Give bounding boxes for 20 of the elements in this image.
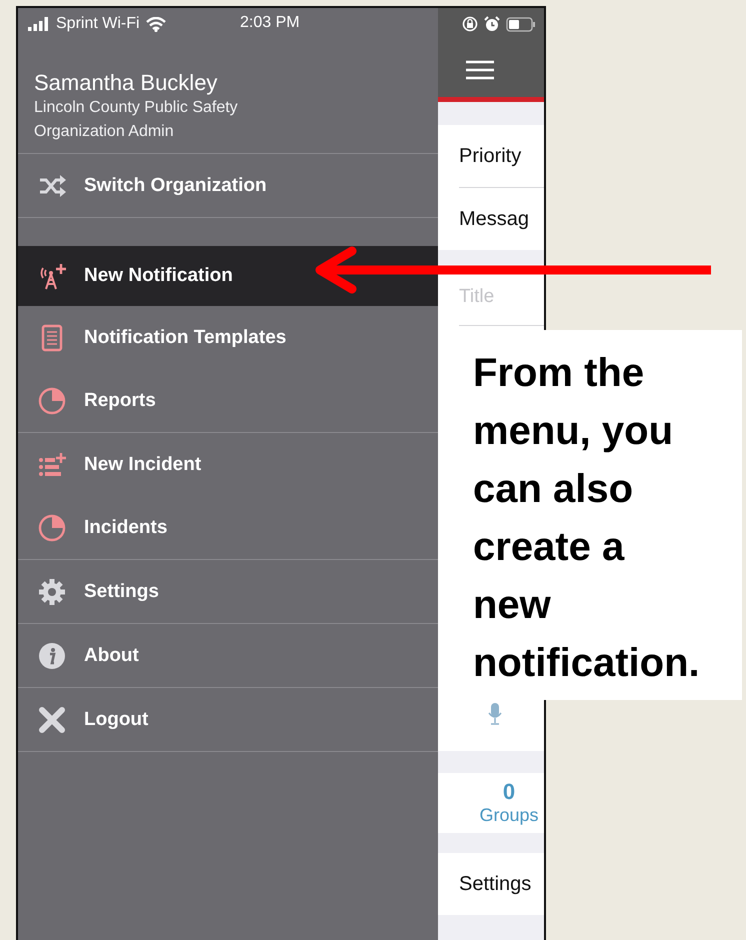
menu-item[interactable]: Incidents [18, 496, 438, 559]
status-time: 2:03 PM [240, 14, 300, 32]
callout-text: From the menu, you can also create a new notification. [473, 350, 701, 687]
group-count: 0 [502, 780, 516, 804]
field-label: Messag [459, 208, 530, 230]
carrier-name: Sprint Wi-Fi [56, 15, 140, 33]
menu-item[interactable]: New Notification [18, 246, 438, 306]
groups-label[interactable]: Groups [479, 804, 539, 826]
user-role: Organization Admin [34, 122, 175, 142]
menu-item[interactable]: Switch Organization [18, 154, 438, 217]
menu-item[interactable]: Reports [18, 369, 438, 432]
menu-item[interactable]: Settings [18, 560, 438, 623]
field-label: Priority [459, 144, 522, 168]
menu-item[interactable]: Notification Templates [18, 306, 438, 369]
menu-item[interactable]: New Incident [18, 433, 438, 496]
field-label: Settings [459, 872, 532, 896]
user-name: Samantha Buckley [34, 70, 218, 96]
menu-item[interactable]: About [18, 624, 438, 687]
menu-item[interactable]: Logout [18, 688, 438, 751]
organization-name: Lincoln County Public Safety [34, 98, 239, 118]
